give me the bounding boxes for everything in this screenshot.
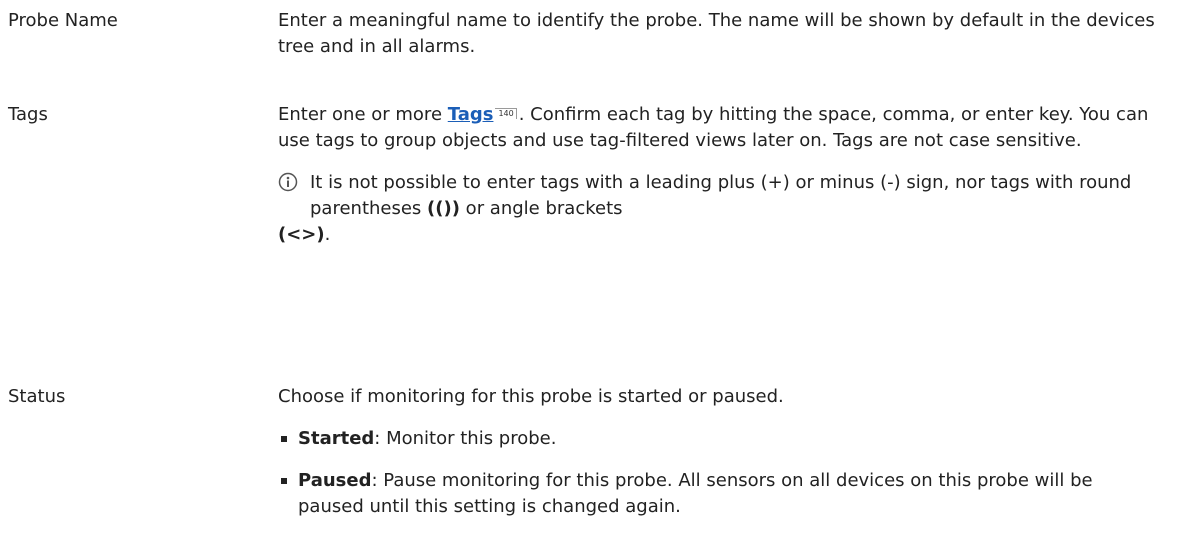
desc-probe-name: Enter a meaningful name to identify the … <box>278 10 1155 57</box>
status-option-paused: Paused: Pause monitoring for this probe.… <box>278 468 1158 520</box>
note-text-before: It is not possible to enter tags with a … <box>310 172 761 193</box>
option-label: Paused <box>298 470 372 491</box>
tags-info-note: It is not possible to enter tags with a … <box>278 170 1158 248</box>
note-text-mid2: or angle brackets <box>459 198 623 219</box>
note-parens-symbol: (()) <box>427 198 460 219</box>
desc-status: Choose if monitoring for this probe is s… <box>278 384 1158 536</box>
status-option-started: Started: Monitor this probe. <box>278 426 1158 452</box>
tags-desc-before: Enter one or more <box>278 104 448 125</box>
note-tail: (<>). <box>278 224 330 245</box>
term-tags: Tags <box>8 104 48 125</box>
tags-link[interactable]: Tags <box>448 104 494 125</box>
note-plus-symbol: (+) <box>760 172 790 193</box>
info-circle-icon <box>278 172 298 192</box>
bullet-icon <box>281 478 287 484</box>
option-text: : Monitor this probe. <box>374 428 557 449</box>
note-text-end: . <box>324 224 331 245</box>
page-reference[interactable]: 140 <box>495 108 517 119</box>
status-options-list: Started: Monitor this probe. Paused: Pau… <box>278 426 1158 520</box>
desc-tags: Enter one or more Tags 140. Confirm each … <box>278 102 1158 248</box>
bullet-icon <box>281 436 287 442</box>
option-text: : Pause monitoring for this probe. All s… <box>298 470 1093 517</box>
term-probe-name: Probe Name <box>8 10 118 31</box>
option-label: Started <box>298 428 375 449</box>
term-status: Status <box>8 386 66 407</box>
status-intro: Choose if monitoring for this probe is s… <box>278 386 784 407</box>
note-angle-symbol: (<>) <box>278 224 325 245</box>
